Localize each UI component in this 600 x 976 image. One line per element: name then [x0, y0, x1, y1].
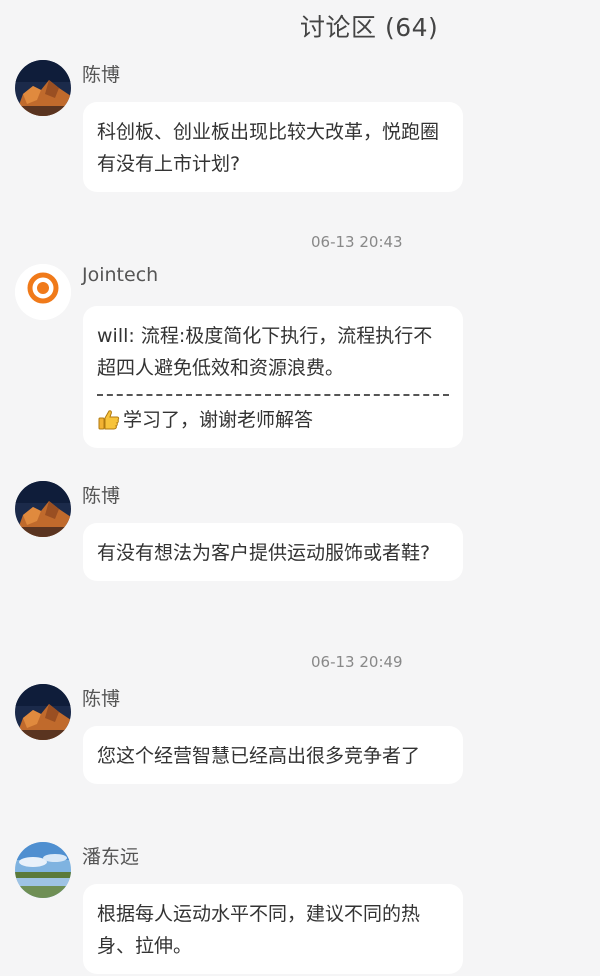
- reply-line: 学习了，谢谢老师解答: [97, 404, 449, 436]
- header: 讨论区 (64): [0, 0, 600, 56]
- reply-text: 学习了，谢谢老师解答: [123, 409, 314, 431]
- sender-name: 陈博: [82, 485, 121, 507]
- thumbs-up-icon: [98, 410, 120, 430]
- divider: [97, 394, 449, 396]
- sender-name: 陈博: [82, 64, 121, 86]
- page-title: 讨论区 (64): [300, 13, 439, 42]
- message-bubble: 根据每人运动水平不同，建议不同的热身、拉伸。: [83, 884, 463, 974]
- avatar[interactable]: [15, 264, 71, 320]
- message-bubble: 科创板、创业板出现比较大改革，悦跑圈有没有上市计划?: [83, 102, 463, 192]
- message-text: will: 流程:极度简化下执行，流程执行不超四人避免低效和资源浪费。: [97, 325, 433, 379]
- avatar[interactable]: [15, 481, 71, 537]
- mountain-sunset-icon: [15, 684, 71, 740]
- sender-name: 潘东远: [82, 846, 140, 868]
- message-bubble: 您这个经营智慧已经高出很多竞争者了: [83, 726, 463, 784]
- mountain-sunset-icon: [15, 481, 71, 537]
- message-bubble: will: 流程:极度简化下执行，流程执行不超四人避免低效和资源浪费。 学习了，…: [83, 306, 463, 448]
- jointech-logo-icon: [15, 264, 71, 320]
- message-bubble: 有没有想法为客户提供运动服饰或者鞋?: [83, 523, 463, 581]
- timestamp: 06-13 20:49: [311, 653, 403, 671]
- mountain-sunset-icon: [15, 60, 71, 116]
- avatar[interactable]: [15, 60, 71, 116]
- timestamp: 06-13 20:43: [311, 233, 403, 251]
- lake-sky-icon: [15, 842, 71, 898]
- sender-name: Jointech: [82, 264, 159, 286]
- sender-name: 陈博: [82, 688, 121, 710]
- avatar[interactable]: [15, 684, 71, 740]
- avatar[interactable]: [15, 842, 71, 898]
